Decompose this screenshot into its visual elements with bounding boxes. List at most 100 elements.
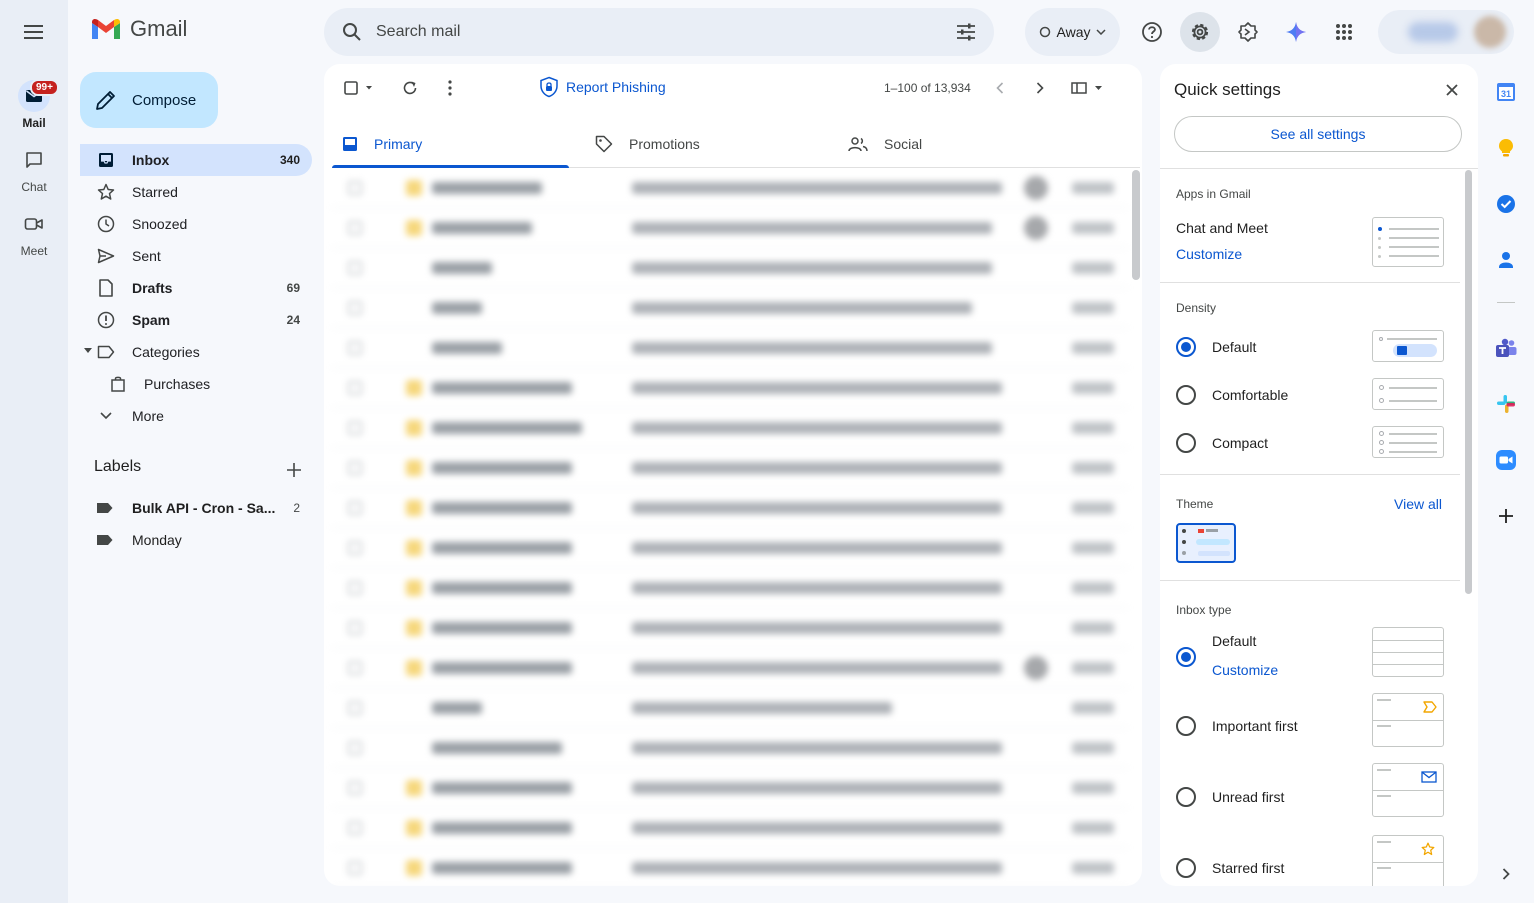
- table-row[interactable]: [332, 808, 1128, 848]
- close-button[interactable]: [1440, 78, 1464, 102]
- inbox-important-first-radio[interactable]: [1176, 716, 1196, 736]
- sidebar-item-categories[interactable]: Categories: [80, 336, 312, 368]
- row-star-icon[interactable]: [406, 260, 422, 276]
- table-row[interactable]: [332, 488, 1128, 528]
- table-row[interactable]: [332, 368, 1128, 408]
- row-checkbox[interactable]: [348, 661, 362, 675]
- inbox-starred-first-radio[interactable]: [1176, 858, 1196, 878]
- sidebar-item-snoozed[interactable]: Snoozed: [80, 208, 312, 240]
- inbox-customize-link[interactable]: Customize: [1212, 662, 1278, 678]
- sidebar-item-sent[interactable]: Sent: [80, 240, 312, 272]
- row-star-icon[interactable]: [406, 540, 422, 556]
- gmail-logo[interactable]: Gmail: [90, 16, 187, 42]
- caret-down-icon[interactable]: [84, 348, 92, 354]
- table-row[interactable]: [332, 608, 1128, 648]
- compose-button[interactable]: Compose: [80, 72, 218, 128]
- row-star-icon[interactable]: [406, 620, 422, 636]
- density-comfortable-radio[interactable]: [1176, 385, 1196, 405]
- search-input[interactable]: [376, 23, 936, 41]
- newer-button[interactable]: [984, 72, 1016, 104]
- zoom-app-button[interactable]: [1486, 440, 1526, 480]
- apps-customize-link[interactable]: Customize: [1176, 246, 1242, 262]
- row-star-icon[interactable]: [406, 700, 422, 716]
- view-all-themes-link[interactable]: View all: [1394, 496, 1442, 512]
- row-star-icon[interactable]: [406, 180, 422, 196]
- table-row[interactable]: [332, 728, 1128, 768]
- row-star-icon[interactable]: [406, 340, 422, 356]
- table-row[interactable]: [332, 648, 1128, 688]
- teams-app-button[interactable]: [1486, 328, 1526, 368]
- row-star-icon[interactable]: [406, 820, 422, 836]
- table-row[interactable]: [332, 528, 1128, 568]
- calendar-app-button[interactable]: 31: [1486, 72, 1526, 112]
- row-checkbox[interactable]: [348, 501, 362, 515]
- table-row[interactable]: [332, 168, 1128, 208]
- table-row[interactable]: [332, 688, 1128, 728]
- sidebar-item-drafts[interactable]: Drafts 69: [80, 272, 312, 304]
- row-star-icon[interactable]: [406, 460, 422, 476]
- row-star-icon[interactable]: [406, 860, 422, 876]
- row-checkbox[interactable]: [348, 741, 362, 755]
- tab-social[interactable]: Social: [838, 120, 1075, 168]
- tab-primary[interactable]: Primary: [332, 120, 569, 168]
- apps-button[interactable]: [1324, 12, 1364, 52]
- table-row[interactable]: [332, 448, 1128, 488]
- density-default-radio[interactable]: [1176, 337, 1196, 357]
- see-all-settings-button[interactable]: See all settings: [1174, 116, 1462, 152]
- sidebar-item-starred[interactable]: Starred: [80, 176, 312, 208]
- get-addons-button[interactable]: [1486, 496, 1526, 536]
- inbox-unread-first-radio[interactable]: [1176, 787, 1196, 807]
- sidebar-item-inbox[interactable]: Inbox 340: [80, 144, 312, 176]
- row-star-icon[interactable]: [406, 420, 422, 436]
- create-label-button[interactable]: [280, 456, 308, 484]
- row-star-icon[interactable]: [406, 300, 422, 316]
- row-checkbox[interactable]: [348, 621, 362, 635]
- rail-chat[interactable]: Chat: [0, 144, 68, 194]
- table-row[interactable]: [332, 408, 1128, 448]
- keep-app-button[interactable]: [1486, 128, 1526, 168]
- row-checkbox[interactable]: [348, 821, 362, 835]
- row-checkbox[interactable]: [348, 701, 362, 715]
- row-checkbox[interactable]: [348, 581, 362, 595]
- activity-button[interactable]: [1228, 12, 1268, 52]
- row-checkbox[interactable]: [348, 861, 362, 875]
- table-row[interactable]: [332, 328, 1128, 368]
- inbox-default-radio[interactable]: [1176, 647, 1196, 667]
- row-star-icon[interactable]: [406, 220, 422, 236]
- mail-scrollbar-thumb[interactable]: [1132, 170, 1140, 280]
- gemini-button[interactable]: [1276, 12, 1316, 52]
- account-switcher[interactable]: [1378, 10, 1514, 54]
- refresh-button[interactable]: [394, 72, 426, 104]
- row-checkbox[interactable]: [348, 341, 362, 355]
- row-star-icon[interactable]: [406, 660, 422, 676]
- report-phishing-link[interactable]: Report Phishing: [538, 76, 666, 98]
- show-side-panel-button[interactable]: [1486, 854, 1526, 894]
- sidebar-item-spam[interactable]: Spam 24: [80, 304, 312, 336]
- row-checkbox[interactable]: [348, 301, 362, 315]
- split-pane-toggle[interactable]: [1068, 72, 1108, 104]
- row-checkbox[interactable]: [348, 461, 362, 475]
- label-monday[interactable]: Monday: [80, 524, 312, 556]
- row-star-icon[interactable]: [406, 740, 422, 756]
- rail-meet[interactable]: Meet: [0, 208, 68, 258]
- density-compact-radio[interactable]: [1176, 433, 1196, 453]
- row-checkbox[interactable]: [348, 781, 362, 795]
- row-checkbox[interactable]: [348, 541, 362, 555]
- settings-button[interactable]: [1180, 12, 1220, 52]
- table-row[interactable]: [332, 208, 1128, 248]
- table-row[interactable]: [332, 768, 1128, 808]
- quick-settings-scrollbar-thumb[interactable]: [1465, 170, 1472, 594]
- more-options-button[interactable]: [434, 72, 466, 104]
- sidebar-item-more[interactable]: More: [80, 400, 312, 432]
- row-checkbox[interactable]: [348, 221, 362, 235]
- row-star-icon[interactable]: [406, 500, 422, 516]
- row-checkbox[interactable]: [348, 261, 362, 275]
- tasks-app-button[interactable]: [1486, 184, 1526, 224]
- status-selector[interactable]: Away: [1025, 8, 1120, 56]
- table-row[interactable]: [332, 568, 1128, 608]
- select-all-checkbox[interactable]: [338, 72, 378, 104]
- label-bulk-api[interactable]: Bulk API - Cron - Sa... 2: [80, 492, 312, 524]
- search-icon[interactable]: [342, 22, 362, 42]
- row-star-icon[interactable]: [406, 780, 422, 796]
- search-options-icon[interactable]: [956, 23, 976, 41]
